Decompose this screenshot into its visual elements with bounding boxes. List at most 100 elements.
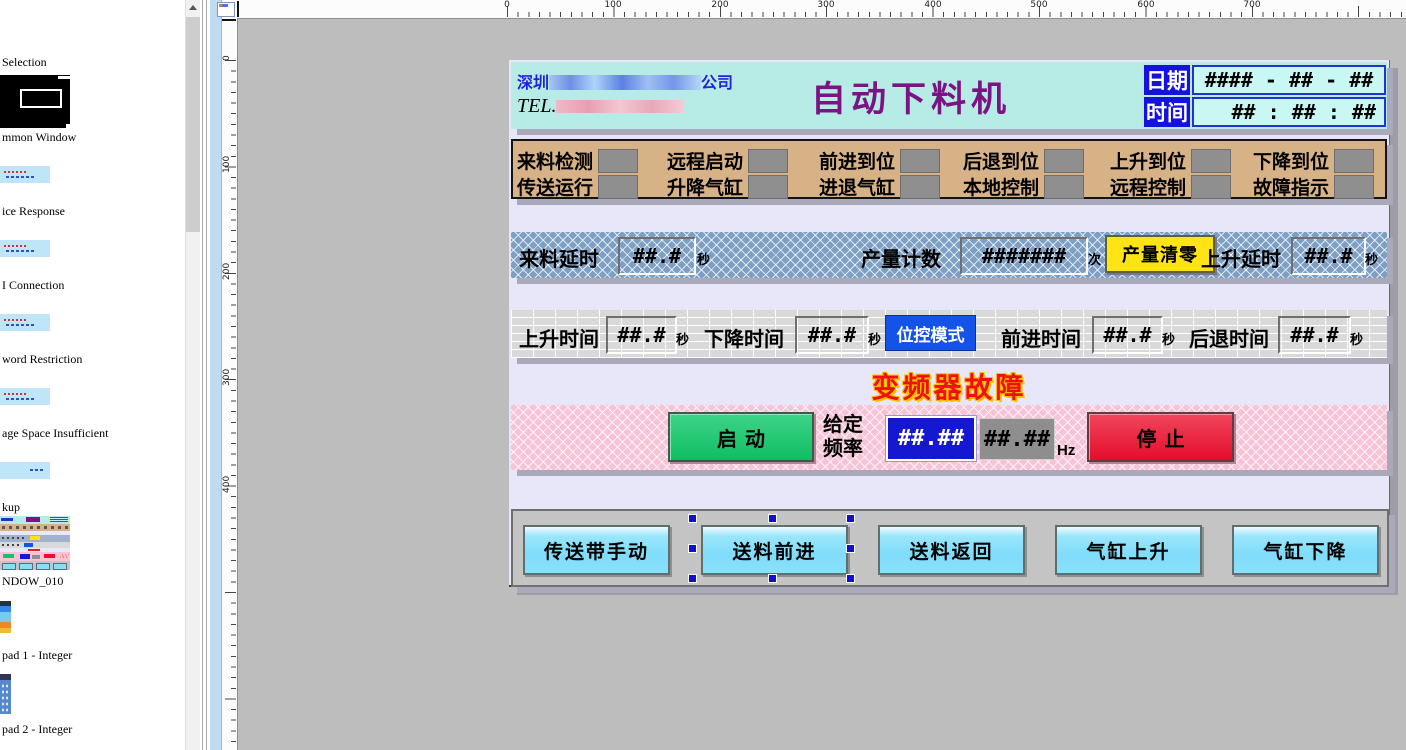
ruler-label: 500 (1024, 0, 1054, 10)
ruler-ticks (507, 6, 1406, 17)
indicator-lamp[interactable] (1334, 149, 1374, 173)
feed-forward-button[interactable]: 送料前进 (701, 525, 848, 575)
fall-time-value[interactable]: ##.# (795, 316, 869, 354)
editor-canvas[interactable]: 深圳公司 TEL. 自动下料机 日期 #### - ## - ## 时间 ## … (238, 19, 1406, 750)
forward-time-value[interactable]: ##.# (1092, 316, 1163, 354)
indicator-lamp[interactable] (1044, 175, 1084, 199)
selection-handle[interactable] (846, 514, 855, 523)
window-item-label[interactable]: mmon Window (2, 130, 76, 145)
keypad-2-thumbnail[interactable] (0, 674, 11, 714)
selection-handle[interactable] (688, 574, 697, 583)
thumb-detail (6, 176, 36, 178)
rise-delay-label: 上升延时 (1201, 243, 1281, 272)
ruler-label: 400 (222, 472, 236, 496)
cylinder-down-button[interactable]: 气缸下降 (1232, 525, 1379, 575)
indicator-label: 上升到位 (1110, 147, 1186, 174)
start-button[interactable]: 启动 (668, 412, 814, 462)
redacted-phone-number (556, 100, 684, 113)
sidebar-scrollbar[interactable] (185, 0, 200, 750)
stop-button[interactable]: 停止 (1087, 412, 1234, 462)
selection-handle[interactable] (688, 544, 697, 553)
indicator-lamp[interactable] (1191, 175, 1231, 199)
indicator-band: 来料检测 远程启动 前进到位 后退到位 上升到位 下降到位 传送运行 升降气缸 … (511, 139, 1387, 199)
indicator-lamp[interactable] (1334, 175, 1374, 199)
inverter-band: 启动 给定 频率 ##.## ##.## Hz 停止 (511, 405, 1387, 470)
window-thumbnail[interactable] (0, 166, 50, 183)
date-label: 日期 (1144, 65, 1190, 95)
window-item-label[interactable]: ice Response (2, 204, 65, 219)
indicator-lamp[interactable] (900, 175, 940, 199)
indicator-lamp[interactable] (1191, 149, 1231, 173)
window-item-label[interactable]: pad 2 - Integer (2, 722, 72, 737)
keypad-1-thumbnail[interactable] (0, 601, 11, 633)
window-thumbnail[interactable] (0, 314, 50, 331)
window-thumbnail[interactable] (0, 462, 50, 479)
window-item-label[interactable]: I Connection (2, 278, 64, 293)
window-010-thumbnail[interactable] (0, 516, 70, 570)
timing-band: 上升时间 ##.# 秒 下降时间 ##.# 秒 位控模式 前进时间 ##.# 秒… (511, 310, 1387, 358)
indicator-label: 故障指示 (1253, 173, 1329, 200)
count-clear-button[interactable]: 产量清零 (1105, 235, 1215, 273)
thumb-detail (0, 524, 70, 531)
indicator-lamp[interactable] (748, 175, 788, 199)
ruler-label: 400 (918, 0, 948, 10)
window-item-label[interactable]: word Restriction (2, 352, 82, 367)
hmi-screen-window-010[interactable]: 深圳公司 TEL. 自动下料机 日期 #### - ## - ## 时间 ## … (509, 60, 1390, 587)
thumb-detail (1, 683, 10, 712)
selection-handle[interactable] (846, 574, 855, 583)
thumb-detail (0, 561, 70, 570)
feed-return-button[interactable]: 送料返回 (878, 525, 1025, 575)
ruler-label: 300 (222, 365, 236, 389)
time-display[interactable]: ## : ## : ## (1192, 97, 1386, 127)
common-window-thumbnail[interactable] (0, 75, 70, 128)
rise-delay-unit: 秒 (1365, 249, 1378, 268)
selection-handle[interactable] (768, 574, 777, 583)
frequency-feedback-value[interactable]: ##.## (979, 418, 1055, 460)
window-thumbnail[interactable] (0, 240, 50, 257)
count-label: 产量计数 (861, 243, 941, 272)
indicator-lamp[interactable] (900, 149, 940, 173)
date-display[interactable]: #### - ## - ## (1192, 65, 1386, 95)
inverter-fault-text: 变频器故障 (849, 366, 1049, 406)
scrollbar-thumb[interactable] (186, 17, 200, 232)
window-item-label[interactable]: kup (2, 500, 20, 515)
window-item-label[interactable]: Selection (2, 55, 47, 70)
thumb-detail (4, 319, 28, 321)
indicator-lamp[interactable] (598, 149, 638, 173)
frequency-set-value[interactable]: ##.## (886, 416, 976, 461)
selection-handle[interactable] (688, 514, 697, 523)
company-name: 深圳公司 (517, 69, 733, 93)
rise-time-value[interactable]: ##.# (606, 316, 677, 354)
window-item-label[interactable]: age Space Insufficient (2, 426, 108, 441)
selection-handle[interactable] (846, 544, 855, 553)
indicator-label: 远程控制 (1110, 173, 1186, 200)
feed-delay-value[interactable]: ##.# (618, 237, 696, 275)
thumb-detail (6, 250, 36, 252)
window-item-label[interactable]: pad 1 - Integer (2, 648, 72, 663)
thumb-detail (4, 171, 28, 173)
window-item-label[interactable]: NDOW_010 (2, 574, 63, 589)
indicator-lamp[interactable] (748, 149, 788, 173)
thumb-detail (20, 89, 62, 108)
rise-delay-value[interactable]: ##.# (1291, 237, 1366, 275)
conveyor-manual-button[interactable]: 传送带手动 (523, 525, 670, 575)
indicator-label: 远程启动 (667, 147, 743, 174)
back-time-label: 后退时间 (1189, 323, 1269, 352)
fall-time-label: 下降时间 (704, 323, 784, 352)
ruler-label: 100 (598, 0, 628, 10)
indicator-label: 本地控制 (963, 173, 1039, 200)
cylinder-up-button[interactable]: 气缸上升 (1055, 525, 1202, 575)
scroll-up-icon[interactable] (186, 0, 200, 16)
pane-splitter[interactable] (199, 0, 210, 750)
window-thumbnail[interactable] (0, 388, 50, 405)
indicator-lamp[interactable] (1044, 149, 1084, 173)
feed-delay-unit: 秒 (697, 249, 710, 268)
rise-time-label: 上升时间 (519, 323, 599, 352)
back-time-value[interactable]: ##.# (1278, 316, 1351, 354)
selection-handle[interactable] (768, 514, 777, 523)
count-value[interactable]: ####### (960, 237, 1088, 275)
indicator-lamp[interactable] (598, 175, 638, 199)
fall-time-unit: 秒 (868, 329, 881, 348)
position-mode-button[interactable]: 位控模式 (885, 315, 976, 351)
forward-time-label: 前进时间 (1001, 323, 1081, 352)
